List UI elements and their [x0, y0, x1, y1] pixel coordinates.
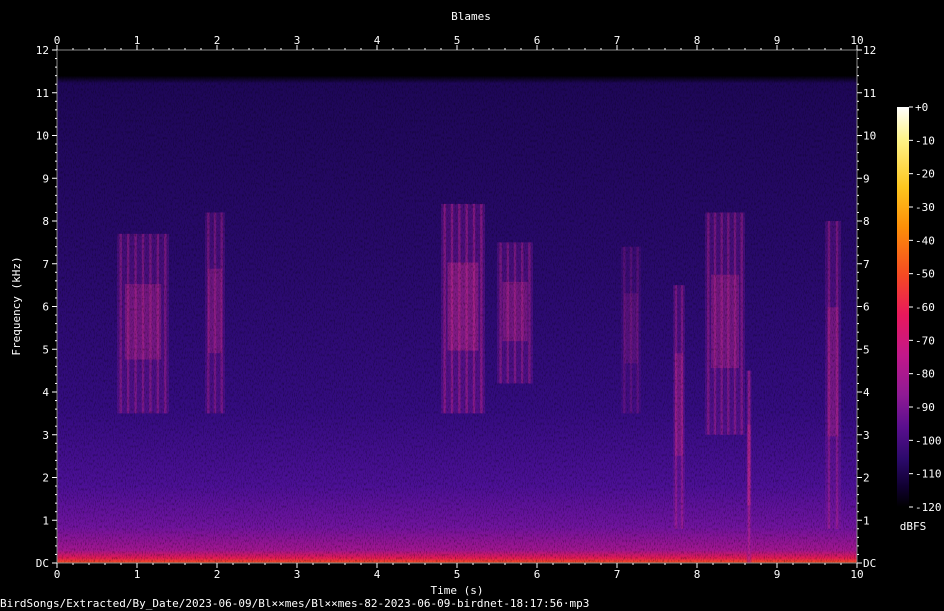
x-tick-label-bottom: 9 — [774, 568, 781, 581]
colorbar-label: dBFS — [900, 520, 927, 533]
x-tick-label-bottom: 10 — [850, 568, 863, 581]
colorbar-tick-label: -20 — [915, 168, 935, 181]
y-tick-label-right: 4 — [863, 386, 870, 399]
y-tick-label-right: 5 — [863, 343, 870, 356]
colorbar-tick-label: -30 — [915, 201, 935, 214]
file-path: BirdSongs/Extracted/By_Date/2023-06-09/B… — [0, 597, 590, 610]
x-tick-label-bottom: 7 — [614, 568, 621, 581]
y-tick-label-left: 8 — [42, 215, 49, 228]
colorbar-tick-label: +0 — [915, 101, 928, 114]
y-tick-label-left: 1 — [42, 514, 49, 527]
y-tick-label-right: 11 — [863, 87, 876, 100]
x-tick-label-bottom: 0 — [54, 568, 61, 581]
y-tick-label-left: DC — [36, 557, 49, 570]
x-tick-label-top: 5 — [454, 34, 461, 47]
spectrogram-noise-texture — [57, 50, 857, 563]
colorbar-tick-label: -40 — [915, 234, 935, 247]
y-tick-label-left: 5 — [42, 343, 49, 356]
x-tick-label-bottom: 6 — [534, 568, 541, 581]
colorbar-tick-label: -90 — [915, 401, 935, 414]
y-tick-label-right: DC — [863, 557, 876, 570]
y-tick-label-left: 10 — [36, 130, 49, 143]
colorbar-tick-label: -100 — [915, 434, 942, 447]
colorbar-tick-label: -80 — [915, 368, 935, 381]
x-tick-label-bottom: 3 — [294, 568, 301, 581]
y-tick-label-right: 2 — [863, 472, 870, 485]
x-tick-label-top: 0 — [54, 34, 61, 47]
y-tick-label-right: 1 — [863, 514, 870, 527]
spectrogram-chart: 001122334455667788991010 DC DC1 12 23 34 45 56… — [10, 10, 942, 597]
colorbar-tick-label: -70 — [915, 334, 935, 347]
colorbar-tick-label: -10 — [915, 134, 935, 147]
x-tick-label-bottom: 5 — [454, 568, 461, 581]
x-tick-label-top: 1 — [134, 34, 141, 47]
y-tick-label-left: 6 — [42, 301, 49, 314]
x-tick-label-top: 9 — [774, 34, 781, 47]
y-tick-label-right: 6 — [863, 301, 870, 314]
x-tick-label-top: 6 — [534, 34, 541, 47]
colorbar-tick-label: -110 — [915, 468, 942, 481]
y-tick-label-right: 10 — [863, 130, 876, 143]
y-tick-label-left: 4 — [42, 386, 49, 399]
x-tick-label-bottom: 1 — [134, 568, 141, 581]
y-tick-label-left: 9 — [42, 172, 49, 185]
x-tick-label-top: 7 — [614, 34, 621, 47]
y-tick-label-left: 2 — [42, 472, 49, 485]
chart-title: Blames — [451, 10, 491, 23]
x-tick-label-bottom: 2 — [214, 568, 221, 581]
y-axis-label: Frequency (kHz) — [10, 256, 23, 355]
y-tick-label-left: 7 — [42, 258, 49, 271]
y-tick-label-right: 7 — [863, 258, 870, 271]
x-tick-label-bottom: 8 — [694, 568, 701, 581]
y-tick-label-right: 3 — [863, 429, 870, 442]
x-tick-label-top: 4 — [374, 34, 381, 47]
y-tick-label-left: 3 — [42, 429, 49, 442]
colorbar — [897, 107, 909, 507]
x-tick-label-top: 3 — [294, 34, 301, 47]
y-tick-label-right: 9 — [863, 172, 870, 185]
x-axis-label: Time (s) — [431, 584, 484, 597]
y-tick-label-left: 12 — [36, 44, 49, 57]
colorbar-tick-label: -50 — [915, 268, 935, 281]
y-tick-label-right: 8 — [863, 215, 870, 228]
x-tick-label-top: 8 — [694, 34, 701, 47]
colorbar-ticks: +0 -10 -20 -30 -40 -50 -60 -70 -80 -90 -100 -110 -12… — [909, 101, 942, 514]
x-tick-label-top: 10 — [850, 34, 863, 47]
y-tick-label-right: 12 — [863, 44, 876, 57]
colorbar-tick-label: -120 — [915, 501, 942, 514]
x-tick-label-top: 2 — [214, 34, 221, 47]
y-tick-label-left: 11 — [36, 87, 49, 100]
x-tick-label-bottom: 4 — [374, 568, 381, 581]
colorbar-tick-label: -60 — [915, 301, 935, 314]
